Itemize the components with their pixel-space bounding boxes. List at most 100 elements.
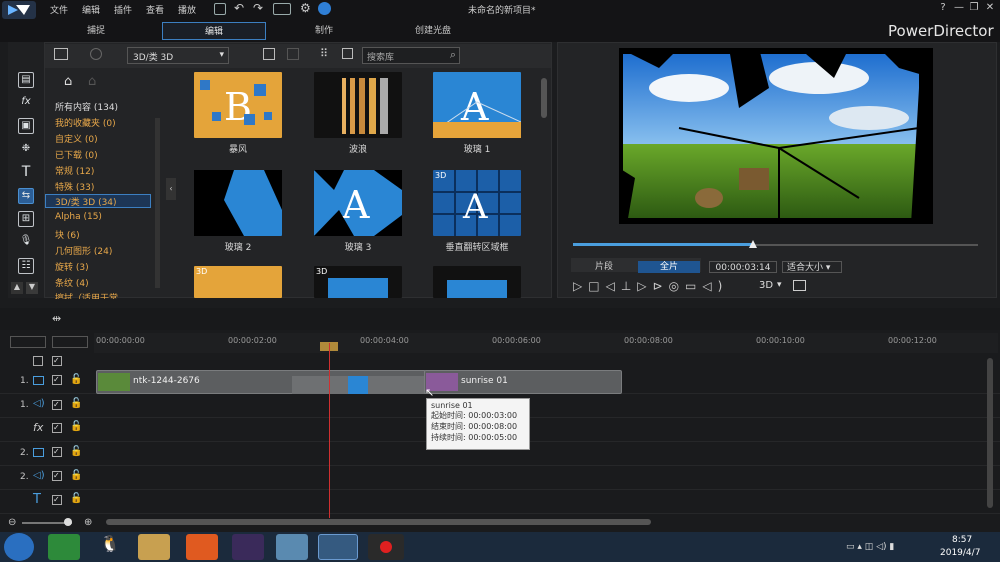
tag-remove-icon[interactable]: ⌂ xyxy=(88,74,96,89)
category-3d[interactable]: 3D/类 3D (34) xyxy=(45,194,151,208)
3d-mode-button[interactable]: 3D xyxy=(759,280,773,291)
audio-mixing-icon[interactable]: ⊞ xyxy=(18,211,34,227)
search-input[interactable]: 搜索库 ⌕ xyxy=(362,47,460,64)
thumbnail-storm[interactable]: B xyxy=(194,72,282,138)
taskbar-app-media[interactable] xyxy=(232,534,264,560)
download-icon[interactable] xyxy=(90,48,102,60)
play-icon[interactable]: ▷ xyxy=(573,279,588,293)
subtitle-icon[interactable]: ▭ xyxy=(685,279,702,293)
category-scrollbar[interactable] xyxy=(155,118,160,288)
category-wipe[interactable]: 擦拭（适用于常 xyxy=(55,291,118,299)
grid-view-icon[interactable]: ⠿ xyxy=(320,47,328,60)
tag-icon[interactable]: ⌂ xyxy=(64,74,72,89)
playhead-line[interactable] xyxy=(329,343,330,518)
category-all[interactable]: 所有内容 (134) xyxy=(55,100,118,113)
track-enable-checkbox[interactable]: ✓ xyxy=(52,495,62,505)
lock-icon[interactable]: 🔓 xyxy=(70,398,82,409)
restore-button[interactable]: ❐ xyxy=(967,2,981,16)
fast-forward-icon[interactable]: ⊳ xyxy=(653,279,669,293)
clock-date[interactable]: 2019/4/7 xyxy=(940,548,980,558)
category-special[interactable]: 特殊 (33) xyxy=(55,180,94,193)
chapter-room-icon[interactable]: ☷ xyxy=(18,258,34,274)
track-enable-checkbox[interactable]: ✓ xyxy=(52,471,62,481)
prev-frame-icon[interactable]: ◁ xyxy=(606,279,621,293)
category-alpha[interactable]: Alpha (15) xyxy=(55,212,102,222)
category-block[interactable]: 块 (6) xyxy=(55,228,80,241)
menu-plugins[interactable]: 插件 xyxy=(114,3,132,16)
thumbnail-dark[interactable] xyxy=(433,266,521,298)
import-icon[interactable] xyxy=(54,48,68,60)
start-button[interactable] xyxy=(4,533,34,561)
zoom-in-icon[interactable]: ⊕ xyxy=(84,517,92,528)
help-button[interactable]: ? xyxy=(936,2,950,16)
tab-edit[interactable]: 编辑 xyxy=(162,22,266,40)
taskbar-app-powerdirector[interactable] xyxy=(318,534,358,560)
zoom-out-icon[interactable]: ⊖ xyxy=(8,517,16,528)
lock-icon[interactable]: 🔓 xyxy=(70,446,82,457)
thumbnail-glass-2[interactable] xyxy=(194,170,282,236)
taskbar-app-360[interactable] xyxy=(48,534,80,560)
minimize-button[interactable]: — xyxy=(952,2,966,16)
category-geometric[interactable]: 几何图形 (24) xyxy=(55,244,112,257)
lock-icon[interactable]: 🔓 xyxy=(70,421,82,432)
lock-icon[interactable]: 🔓 xyxy=(70,493,82,504)
thumbnail-wave[interactable] xyxy=(314,72,402,138)
menu-view[interactable]: 查看 xyxy=(146,3,164,16)
resize-icon[interactable] xyxy=(342,48,353,59)
tray-icons[interactable]: ▭ ▴ ◫ ◁) ▮ xyxy=(846,542,894,552)
particle-room-icon[interactable]: ❉ xyxy=(18,142,34,158)
enable-all-checkbox[interactable]: ✓ xyxy=(52,356,62,366)
track-enable-checkbox[interactable]: ✓ xyxy=(52,400,62,410)
voiceover-icon[interactable]: 🎙 xyxy=(18,234,34,250)
category-select[interactable]: 3D/类 3D ▾ xyxy=(127,47,229,64)
chevron-up-icon[interactable]: ▲ xyxy=(11,282,23,294)
menu-file[interactable]: 文件 xyxy=(50,3,68,16)
next-frame-icon[interactable]: ▷ xyxy=(637,279,652,293)
clock-time[interactable]: 8:57 xyxy=(952,535,972,545)
title-room-icon[interactable]: T xyxy=(18,165,34,181)
close-button[interactable]: ✕ xyxy=(983,2,997,16)
category-stripe[interactable]: 条纹 (4) xyxy=(55,276,89,289)
track-enable-checkbox[interactable]: ✓ xyxy=(52,447,62,457)
tab-capture[interactable]: 捕捉 xyxy=(64,22,128,40)
library-scrollbar[interactable] xyxy=(541,78,547,118)
track-enable-checkbox[interactable]: ✓ xyxy=(52,423,62,433)
timeline-mode-icon[interactable] xyxy=(52,336,88,348)
category-general[interactable]: 常规 (12) xyxy=(55,164,94,177)
thumbnail-3d-b[interactable]: 3D xyxy=(194,266,282,298)
pip-room-icon[interactable]: ▣ xyxy=(18,118,34,134)
lock-icon[interactable]: 🔓 xyxy=(70,374,82,385)
scrubber-handle[interactable] xyxy=(749,240,757,248)
media-room-icon[interactable]: ▤ xyxy=(18,72,34,88)
collapse-panel-button[interactable]: ‹ xyxy=(166,178,176,200)
marker-icon[interactable]: ⊥ xyxy=(621,279,637,293)
fit-timeline-icon[interactable]: ⇹ xyxy=(52,312,61,325)
category-custom[interactable]: 自定义 (0) xyxy=(55,132,98,145)
tab-create-disc[interactable]: 创建光盘 xyxy=(398,22,468,40)
thumbnail-glass-3[interactable]: A xyxy=(314,170,402,236)
search-icon[interactable]: ⌕ xyxy=(450,48,456,62)
category-favorites[interactable]: 我的收藏夹 (0) xyxy=(55,116,116,129)
zoom-select[interactable]: 适合大小 ▾ xyxy=(782,261,842,273)
snapshot-icon[interactable]: ◎ xyxy=(669,279,685,293)
chevron-down-icon[interactable]: ▾ xyxy=(777,280,782,290)
taskbar-app-explorer[interactable] xyxy=(138,534,170,560)
chevron-down-icon[interactable]: ▼ xyxy=(26,282,38,294)
menu-play[interactable]: 播放 xyxy=(178,3,196,16)
volume-icon[interactable]: ◁) xyxy=(702,279,728,293)
taskbar-app-firefox[interactable] xyxy=(186,534,218,560)
category-rotate[interactable]: 旋转 (3) xyxy=(55,260,89,273)
tab-produce[interactable]: 制作 xyxy=(292,22,356,40)
select-all-checkbox[interactable] xyxy=(33,356,43,366)
movie-mode-button[interactable]: 全片 xyxy=(638,261,700,273)
undo-icon[interactable]: ↶ xyxy=(234,1,244,15)
resolution-icon[interactable] xyxy=(273,3,291,15)
track-manager-icon[interactable] xyxy=(10,336,46,348)
track-enable-checkbox[interactable]: ✓ xyxy=(52,375,62,385)
thumbnail-glass-1[interactable]: A xyxy=(432,72,522,138)
lock-icon[interactable]: 🔓 xyxy=(70,470,82,481)
video-clip[interactable]: sunrise 01 xyxy=(424,370,622,394)
fx-room-icon[interactable]: fx xyxy=(18,95,34,111)
taskbar-app-recorder[interactable] xyxy=(368,534,404,560)
clip-mode-button[interactable]: 片段 xyxy=(573,261,635,273)
